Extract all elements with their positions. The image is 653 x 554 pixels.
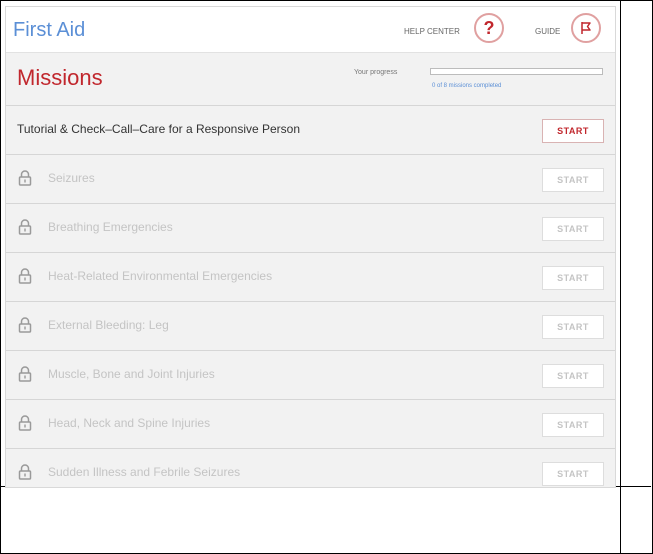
- lock-icon: [18, 170, 32, 186]
- mission-row: Heat-Related Environmental Emergencies ST…: [6, 252, 615, 301]
- mission-title: Breathing Emergencies: [48, 220, 173, 234]
- first-aid-app: First Aid HELP CENTER ? GUIDE Missions Y…: [5, 6, 616, 488]
- mission-row: Muscle, Bone and Joint Injuries START: [6, 350, 615, 399]
- progress-label: Your progress: [354, 69, 398, 76]
- mission-title: Head, Neck and Spine Injuries: [48, 416, 211, 430]
- mission-title: External Bleeding: Leg: [48, 318, 169, 332]
- start-button[interactable]: START: [542, 364, 604, 388]
- progress-bar: [430, 68, 603, 75]
- mission-title: Tutorial & Check–Call–Care for a Respons…: [17, 122, 301, 136]
- start-button[interactable]: START: [542, 217, 604, 241]
- flag-icon: [581, 22, 591, 34]
- missions-heading: Missions: [17, 65, 103, 90]
- start-button[interactable]: START: [542, 315, 604, 339]
- frame-divider-vertical: [620, 0, 621, 553]
- mission-row: Seizures START: [6, 154, 615, 203]
- mission-title: Seizures: [48, 171, 95, 185]
- mission-row: Sudden Illness and Febrile Seizures START: [6, 448, 615, 487]
- start-button[interactable]: START: [542, 462, 604, 486]
- lock-icon: [18, 219, 32, 235]
- mission-title: Heat-Related Environmental Emergencies: [48, 269, 273, 283]
- mission-row[interactable]: Tutorial & Check–Call–Care for a Respons…: [6, 105, 615, 154]
- top-bar: First Aid HELP CENTER ? GUIDE: [6, 7, 615, 53]
- mission-row: External Bleeding: Leg START: [6, 301, 615, 350]
- guide-button[interactable]: [571, 13, 601, 43]
- mission-row: Breathing Emergencies START: [6, 203, 615, 252]
- mission-title: Sudden Illness and Febrile Seizures: [48, 465, 241, 479]
- help-center-button[interactable]: ?: [474, 13, 504, 43]
- start-button[interactable]: START: [542, 119, 604, 143]
- question-mark-icon: ?: [483, 17, 495, 38]
- mission-title: Muscle, Bone and Joint Injuries: [48, 367, 215, 381]
- lock-icon: [18, 366, 32, 382]
- start-button[interactable]: START: [542, 413, 604, 437]
- mission-row: Head, Neck and Spine Injuries START: [6, 399, 615, 448]
- start-button[interactable]: START: [542, 266, 604, 290]
- lock-icon: [18, 464, 32, 480]
- app-title: First Aid: [13, 19, 86, 41]
- lock-icon: [18, 415, 32, 431]
- start-button[interactable]: START: [542, 168, 604, 192]
- lock-icon: [18, 268, 32, 284]
- progress-subtext: 0 of 8 missions completed: [432, 83, 502, 89]
- help-center-label[interactable]: HELP CENTER: [404, 27, 460, 36]
- lock-icon: [18, 317, 32, 333]
- guide-label[interactable]: GUIDE: [535, 27, 560, 36]
